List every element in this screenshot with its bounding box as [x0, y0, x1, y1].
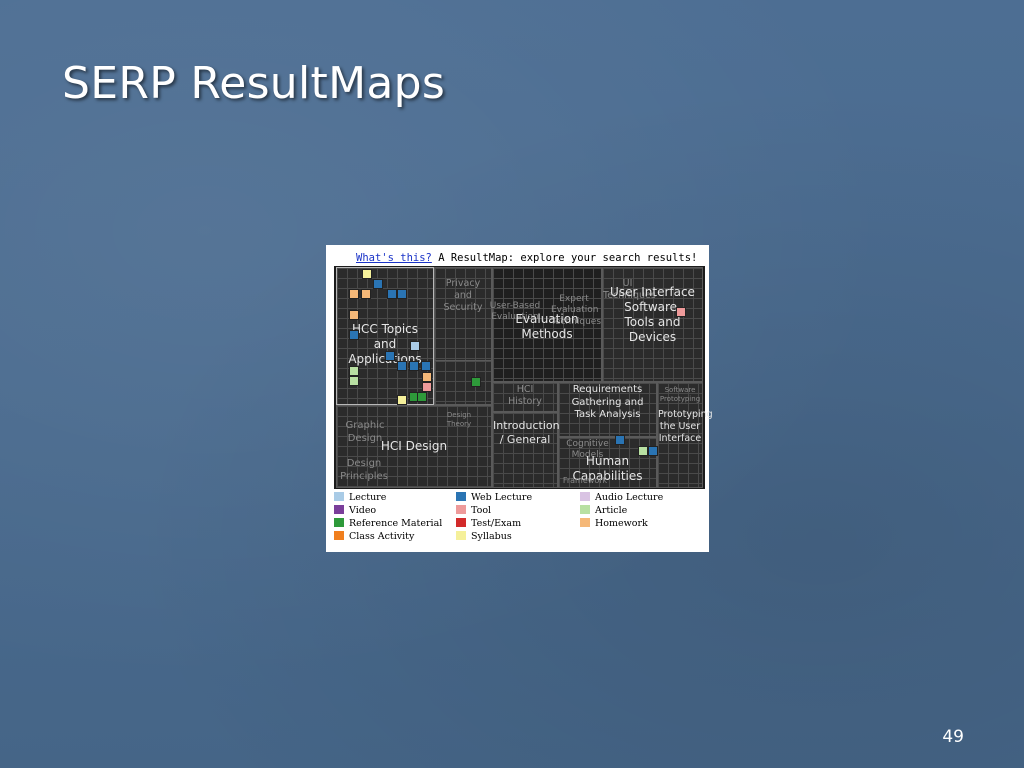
result-web-lecture[interactable] — [397, 361, 407, 371]
result-web-lecture[interactable] — [648, 446, 658, 456]
legend-swatch-tool — [456, 505, 466, 514]
category-hci-design[interactable]: Graphic Design Design Theory HCI Design … — [336, 405, 492, 488]
category-label-introduction: Introduction / General — [493, 419, 560, 446]
result-lecture[interactable] — [410, 341, 420, 351]
category-label-framework: Framework — [562, 476, 608, 485]
legend-item-test-exam: Test/Exam — [456, 518, 521, 530]
category-label-prototyping: Prototyping the User Interface — [658, 409, 713, 444]
result-web-lecture[interactable] — [397, 289, 407, 299]
legend-item-web-lecture: Web Lecture — [456, 492, 532, 504]
resultmap-panel: What's this? A ResultMap: explore your s… — [326, 245, 713, 552]
result-reference-material[interactable] — [471, 377, 481, 387]
category-label-graphic-design: Graphic Design — [345, 420, 385, 444]
category-evaluation-methods[interactable]: User-Based Evaluation Expert Evaluation … — [489, 267, 602, 382]
result-tool[interactable] — [422, 382, 432, 392]
result-article[interactable] — [349, 376, 359, 386]
legend-swatch-video — [334, 505, 344, 514]
legend-swatch-class-activity — [334, 531, 344, 540]
resultmap-treemap: HCC Topics and Applications Privacy an — [334, 266, 713, 489]
category-requirements[interactable]: Requirements Gathering and Task Analysis — [558, 382, 657, 437]
slide-title: SERP ResultMaps — [62, 58, 446, 109]
result-web-lecture[interactable] — [615, 435, 625, 445]
result-tool[interactable] — [676, 307, 686, 317]
legend-swatch-web-lecture — [456, 492, 466, 501]
legend-swatch-reference-material — [334, 518, 344, 527]
result-web-lecture[interactable] — [385, 351, 395, 361]
category-label-hci-history: HCI History — [508, 384, 542, 407]
result-web-lecture[interactable] — [421, 361, 431, 371]
category-label-cognitive: Cognitive Models — [566, 439, 609, 461]
category-label-design-theory: Design Theory — [446, 411, 472, 428]
category-label-requirements: Requirements Gathering and Task Analysis — [571, 384, 644, 420]
legend-item-article: Article — [580, 505, 627, 517]
result-web-lecture[interactable] — [373, 279, 383, 289]
category-label-design-principles: Design Principles — [340, 458, 388, 482]
legend-item-video: Video — [334, 505, 376, 517]
legend-swatch-lecture — [334, 492, 344, 501]
result-homework[interactable] — [422, 372, 432, 382]
category-hci-history[interactable]: HCI History — [492, 382, 558, 412]
category-label-hci-design: HCI Design — [380, 439, 448, 453]
result-article[interactable] — [638, 446, 648, 456]
result-web-lecture[interactable] — [349, 330, 359, 340]
resultmap-legend: Lecture Web Lecture Audio Lecture Video … — [334, 491, 705, 545]
legend-item-tool: Tool — [456, 505, 491, 517]
category-label-human-capabilities: Human Capabilities — [572, 454, 643, 483]
category-human-capabilities[interactable]: Cognitive Models Human Capabilities Fram… — [558, 435, 658, 488]
category-ui-software[interactable]: UI Techniques User Interface Software, T… — [602, 267, 703, 382]
category-label-evaluation: Evaluation Methods — [515, 312, 579, 341]
category-introduction[interactable]: Introduction / General — [492, 412, 560, 488]
result-web-lecture[interactable] — [409, 361, 419, 371]
category-hcc-topics[interactable]: HCC Topics and Applications — [336, 267, 434, 405]
resultmap-header-text: A ResultMap: explore your search results… — [438, 252, 698, 264]
category-label-expert-eval: Expert Evaluation Techniques — [551, 294, 602, 327]
result-syllabus[interactable] — [362, 269, 372, 279]
result-homework[interactable] — [349, 310, 359, 320]
legend-swatch-syllabus — [456, 531, 466, 540]
legend-item-class-activity: Class Activity — [334, 531, 414, 543]
category-label-ui-software: User Interface Software, Tools and Devic… — [610, 285, 695, 344]
result-homework[interactable] — [361, 289, 371, 299]
legend-item-audio-lecture: Audio Lecture — [580, 492, 663, 504]
legend-item-syllabus: Syllabus — [456, 531, 512, 543]
result-web-lecture[interactable] — [387, 289, 397, 299]
result-article[interactable] — [349, 366, 359, 376]
result-reference-material[interactable] — [417, 392, 427, 402]
category-label-ui-techniques: UI Techniques — [603, 278, 656, 301]
legend-item-reference-material: Reference Material — [334, 518, 442, 530]
legend-item-homework: Homework — [580, 518, 648, 530]
category-label-privacy: Privacy and Security — [443, 278, 483, 313]
slide-number: 49 — [942, 727, 964, 747]
whats-this-link[interactable]: What's this? — [356, 252, 432, 264]
legend-swatch-test-exam — [456, 518, 466, 527]
legend-swatch-homework — [580, 518, 590, 527]
legend-swatch-audio-lecture — [580, 492, 590, 501]
category-privacy-lower[interactable] — [434, 360, 492, 405]
category-prototyping[interactable]: Software Prototyping Prototyping the Use… — [657, 382, 713, 488]
legend-item-lecture: Lecture — [334, 492, 386, 504]
legend-swatch-article — [580, 505, 590, 514]
result-syllabus[interactable] — [397, 395, 407, 405]
resultmap-header: What's this? A ResultMap: explore your s… — [356, 252, 697, 266]
result-homework[interactable] — [349, 289, 359, 299]
category-label-software-prototyping: Software Prototyping — [659, 386, 701, 403]
category-label-user-based: User-Based Evaluation — [489, 301, 541, 323]
